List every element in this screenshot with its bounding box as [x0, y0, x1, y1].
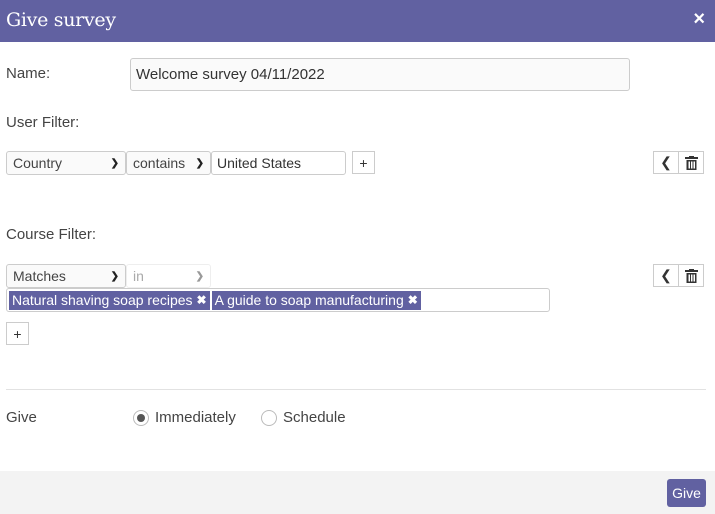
name-input-value: Welcome survey 04/11/2022 [136, 66, 325, 83]
name-label: Name: [6, 65, 51, 82]
course-filter-label: Course Filter: [6, 226, 97, 243]
trash-icon[interactable] [678, 265, 703, 286]
user-filter-field-value: Country [13, 155, 63, 171]
user-filter-label: User Filter: [6, 114, 80, 131]
user-filter-value-text: United States [217, 155, 302, 171]
radio-immediately-label: Immediately [155, 409, 236, 426]
radio-schedule-label: Schedule [283, 409, 346, 426]
chevron-down-icon: ❯ [195, 157, 204, 169]
course-filter-add-button[interactable]: + [6, 322, 29, 345]
close-icon[interactable]: × [693, 8, 705, 30]
user-filter-operator-value: contains [133, 155, 186, 171]
user-filter-add-button[interactable]: + [352, 151, 375, 174]
course-filter-operator-value: in [133, 268, 144, 284]
radio-schedule[interactable]: Schedule [261, 409, 346, 426]
course-filter-operator-select[interactable]: in ❯ [126, 264, 211, 288]
radio-checked-icon [133, 409, 149, 426]
course-filter-field-value: Matches [13, 268, 66, 284]
dialog-header: Give survey × [0, 0, 715, 42]
divider [6, 389, 706, 390]
chevron-down-icon: ❯ [110, 157, 119, 169]
course-tag: Natural shaving soap recipes ✖ [9, 290, 210, 310]
course-filter-actions: ❮ [653, 264, 704, 287]
course-tag-label: Natural shaving soap recipes [12, 292, 193, 308]
remove-tag-icon[interactable]: ✖ [408, 293, 418, 307]
user-filter-operator-select[interactable]: contains ❯ [126, 151, 211, 175]
give-label: Give [6, 409, 37, 426]
dialog-footer: Give [0, 471, 715, 514]
course-tag-label: A guide to soap manufacturing [214, 292, 404, 308]
collapse-left-icon[interactable]: ❮ [654, 265, 678, 286]
course-tag: A guide to soap manufacturing ✖ [211, 290, 421, 310]
remove-tag-icon[interactable]: ✖ [197, 293, 207, 307]
dialog-title: Give survey [6, 9, 116, 31]
radio-immediately[interactable]: Immediately [133, 409, 236, 426]
name-input[interactable]: Welcome survey 04/11/2022 [130, 58, 630, 91]
user-filter-field-select[interactable]: Country ❯ [6, 151, 126, 175]
user-filter-value-input[interactable]: United States [211, 151, 346, 175]
chevron-down-icon: ❯ [110, 270, 119, 282]
chevron-down-icon: ❯ [195, 270, 204, 282]
user-filter-actions: ❮ [653, 151, 704, 174]
course-tags-input[interactable]: Natural shaving soap recipes ✖ A guide t… [6, 288, 550, 312]
radio-unchecked-icon [261, 409, 277, 426]
give-button[interactable]: Give [667, 479, 706, 507]
course-filter-field-select[interactable]: Matches ❯ [6, 264, 126, 288]
trash-icon[interactable] [678, 152, 703, 173]
collapse-left-icon[interactable]: ❮ [654, 152, 678, 173]
